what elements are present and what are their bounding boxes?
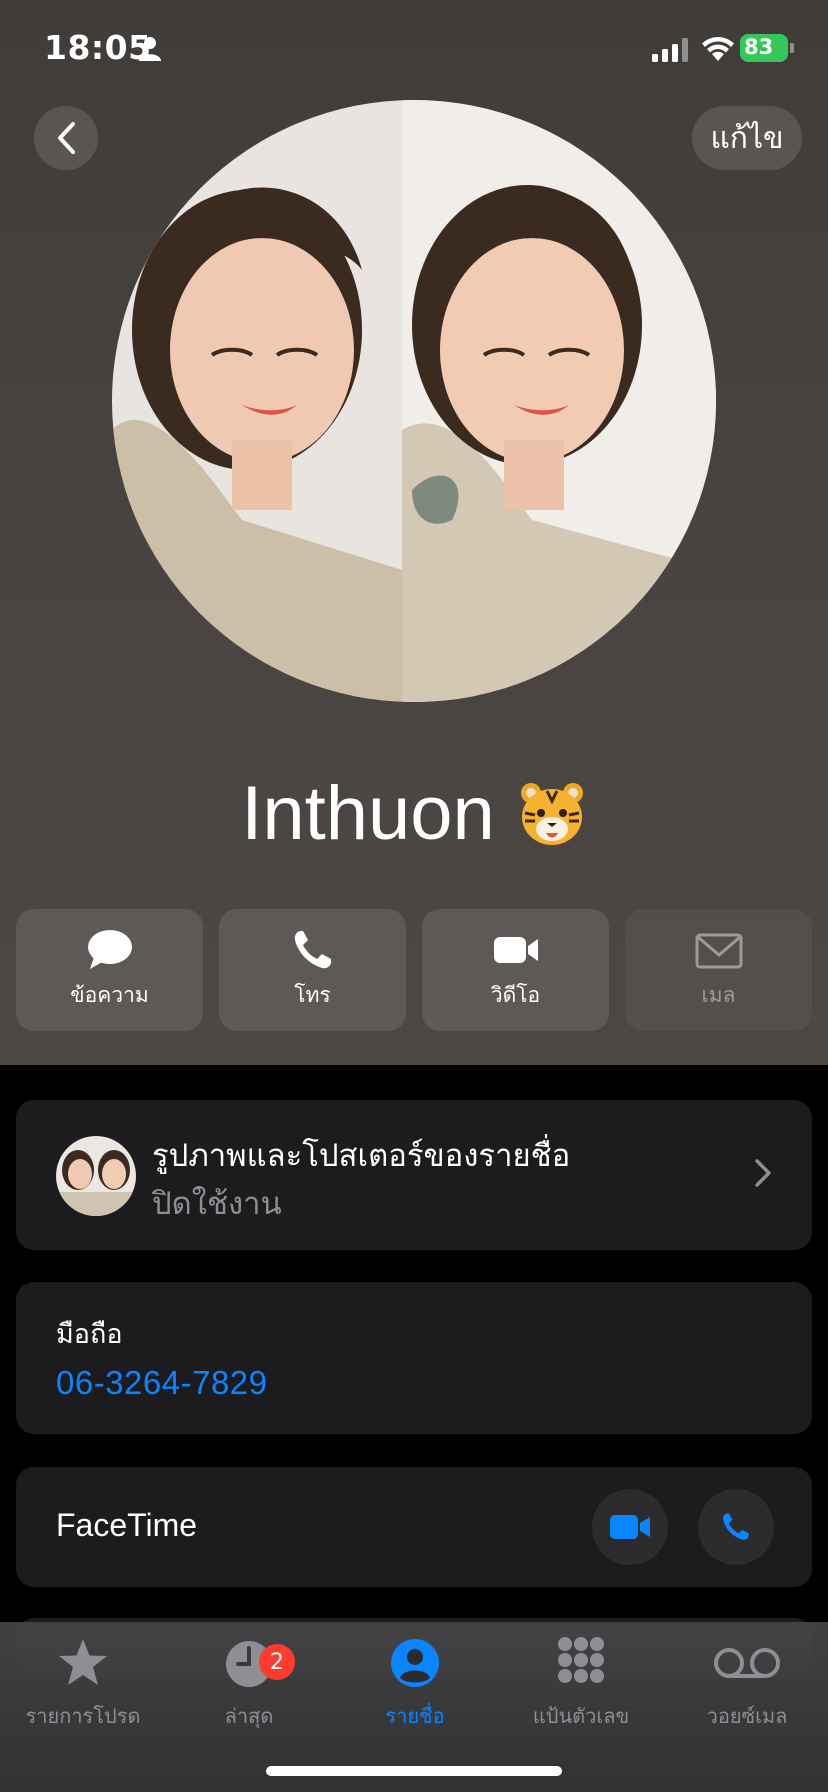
- facetime-video-button[interactable]: [592, 1489, 668, 1565]
- video-button[interactable]: วิดีโอ: [422, 909, 609, 1031]
- message-bubble-icon: [87, 929, 132, 969]
- tab-voicemail[interactable]: วอยซ์เมล: [664, 1636, 828, 1732]
- tab-favorites[interactable]: รายการโปรด: [0, 1636, 166, 1732]
- contact-name-row: Inthuon: [0, 770, 828, 857]
- call-button[interactable]: โทร: [219, 909, 406, 1031]
- home-indicator: [266, 1766, 562, 1776]
- tab-keypad[interactable]: แป้นตัวเลข: [498, 1636, 664, 1732]
- call-label: โทร: [294, 982, 331, 1007]
- message-button[interactable]: ข้อความ: [16, 909, 203, 1031]
- contact-name: Inthuon: [241, 771, 495, 856]
- facetime-label: FaceTime: [56, 1507, 198, 1543]
- video-camera-icon: [610, 1515, 650, 1539]
- tab-recents[interactable]: 2 ล่าสุด: [166, 1636, 332, 1732]
- person-icon: [139, 37, 161, 61]
- contact-poster-row[interactable]: รูปภาพและโปสเตอร์ของรายชื่อ ปิดใช้งาน: [16, 1100, 812, 1250]
- contact-photo: [112, 100, 716, 702]
- poster-title: รูปภาพและโปสเตอร์ของรายชื่อ: [152, 1138, 571, 1174]
- keypad-icon: [558, 1637, 604, 1683]
- contact-thumbnail: [56, 1136, 136, 1216]
- facetime-audio-button[interactable]: [698, 1489, 774, 1565]
- edit-button[interactable]: แก้ไข: [692, 106, 802, 170]
- phone-label: มือถือ: [56, 1319, 123, 1350]
- battery-icon: 83: [740, 34, 794, 62]
- wifi-icon: [702, 37, 734, 61]
- status-time: 18:05: [44, 28, 152, 67]
- cellular-signal-icon: [652, 38, 688, 62]
- tiger-emoji-icon: [520, 783, 583, 845]
- star-icon: [59, 1639, 107, 1685]
- phone-number-link[interactable]: 06-3264-7829: [56, 1364, 268, 1402]
- chevron-right-icon: [755, 1159, 771, 1187]
- video-label: วิดีโอ: [490, 982, 541, 1007]
- phone-number-row[interactable]: มือถือ 06-3264-7829: [16, 1282, 812, 1434]
- mail-envelope-icon: [695, 933, 742, 968]
- person-circle-icon: [391, 1639, 439, 1687]
- voicemail-icon: [714, 1648, 780, 1678]
- recents-badge: 2: [259, 1644, 295, 1680]
- tab-contacts-label: รายชื่อ: [385, 1704, 445, 1728]
- mail-button[interactable]: เมล: [625, 909, 812, 1031]
- poster-status: ปิดใช้งาน: [152, 1186, 282, 1222]
- status-bar: 18:05 83: [0, 0, 828, 100]
- back-button[interactable]: [34, 106, 98, 170]
- facetime-row: FaceTime: [16, 1467, 812, 1587]
- tab-contacts[interactable]: รายชื่อ: [332, 1636, 498, 1732]
- tab-favorites-label: รายการโปรด: [25, 1704, 141, 1728]
- action-buttons: ข้อความ โทร วิดีโอ เมล: [16, 909, 812, 1031]
- tab-voicemail-label: วอยซ์เมล: [706, 1704, 788, 1728]
- phone-icon: [723, 1513, 749, 1540]
- tab-recents-label: ล่าสุด: [224, 1704, 274, 1728]
- video-camera-icon: [493, 936, 538, 963]
- tab-keypad-label: แป้นตัวเลข: [532, 1704, 630, 1728]
- phone-icon: [294, 930, 331, 968]
- mail-label: เมล: [701, 982, 736, 1007]
- chevron-left-icon: [58, 122, 75, 154]
- battery-level: 83: [744, 35, 774, 59]
- message-label: ข้อความ: [70, 982, 149, 1007]
